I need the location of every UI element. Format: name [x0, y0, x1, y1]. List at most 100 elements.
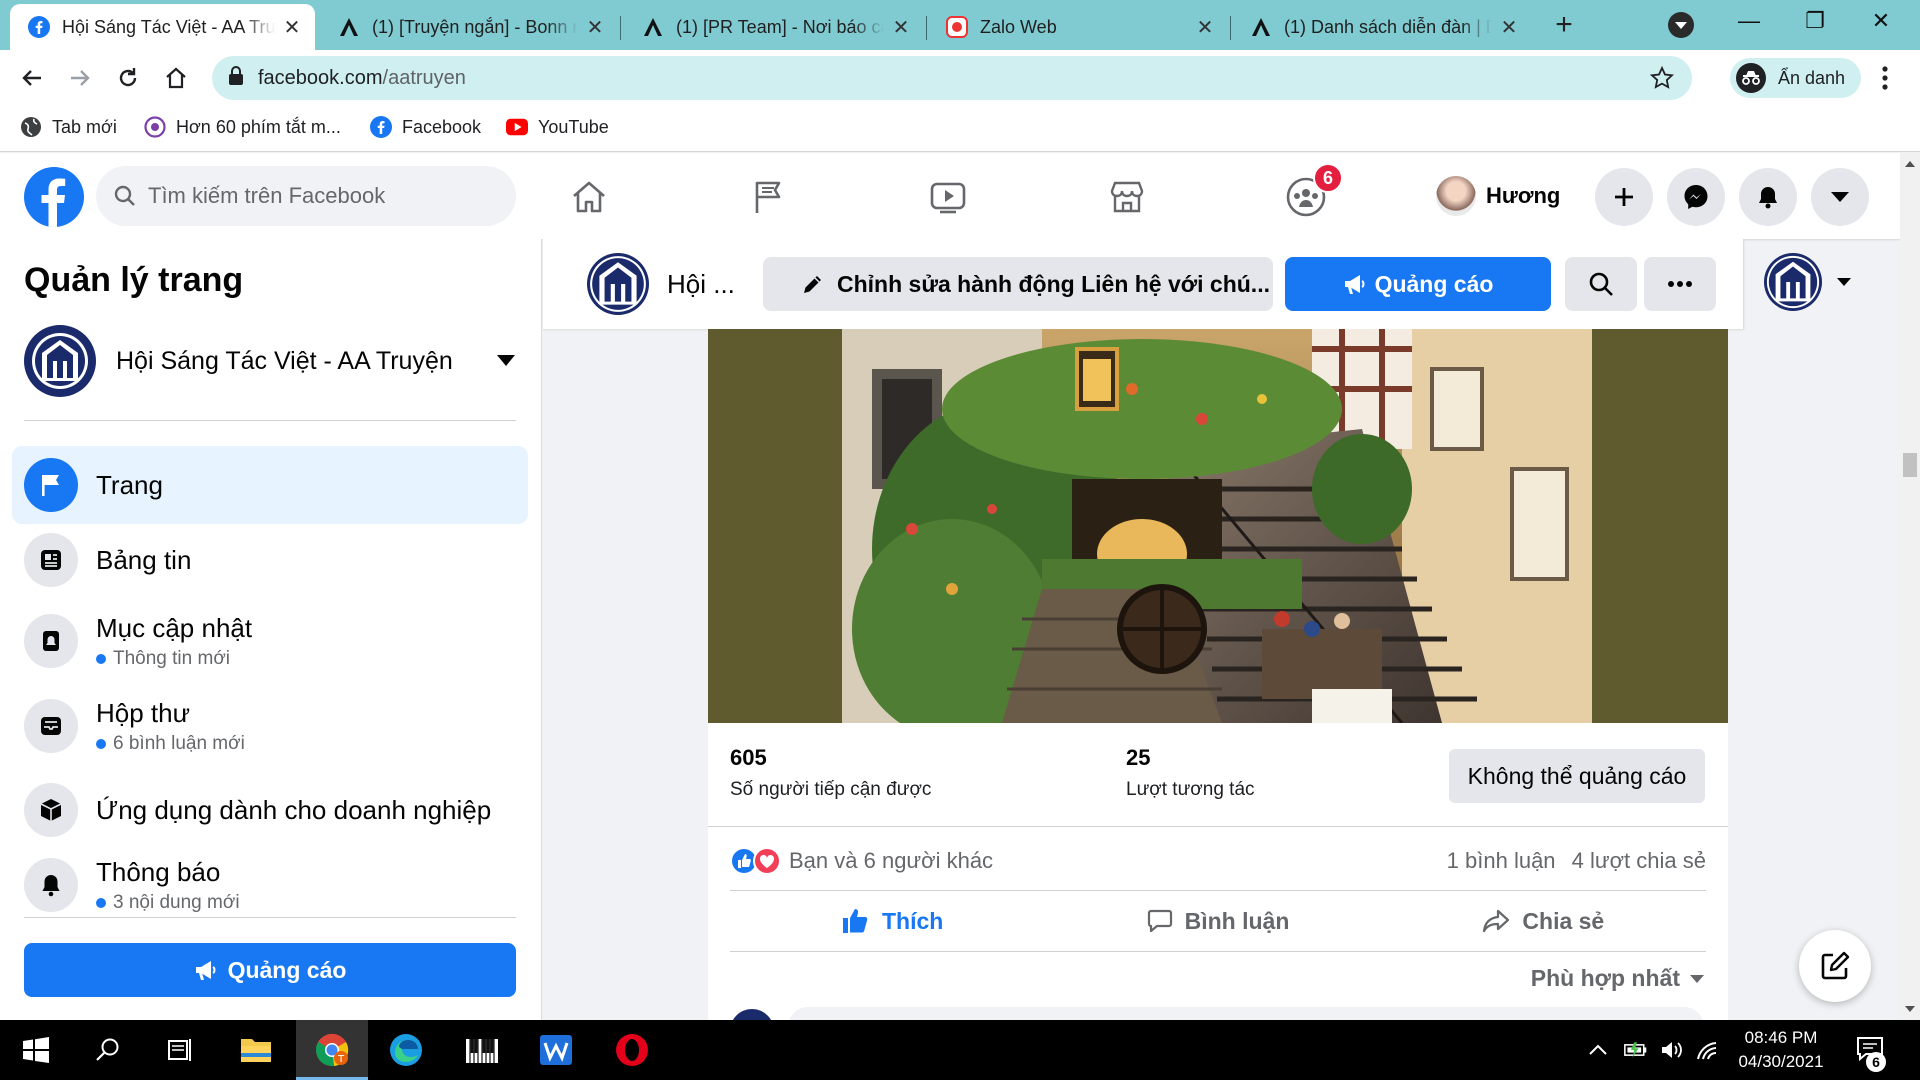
windows-start-icon[interactable] — [0, 1020, 72, 1080]
comment-sort-dropdown[interactable]: Phù hợp nhất — [1531, 965, 1704, 992]
forward-arrow-icon[interactable] — [64, 62, 96, 94]
edit-contact-action-button[interactable]: Chỉnh sửa hành động Liên hệ với chú... — [763, 257, 1273, 311]
tab-search-icon[interactable] — [1668, 12, 1694, 38]
menu-item-label: Thông báo — [96, 856, 221, 887]
facebook-logo-icon[interactable] — [24, 167, 84, 227]
close-tab-icon[interactable]: ✕ — [283, 15, 301, 40]
post-photo[interactable] — [842, 329, 1592, 723]
cube-icon — [24, 783, 78, 837]
page-more-button[interactable] — [1644, 257, 1716, 311]
messenger-button[interactable] — [1667, 168, 1725, 226]
page-switcher[interactable]: Hội Sáng Tác Việt - AA Truyện — [24, 323, 516, 399]
bookmark-youtube[interactable]: YouTube — [506, 116, 609, 138]
tray-expand-chevron-icon[interactable] — [1586, 1038, 1610, 1062]
page-avatar[interactable] — [587, 253, 649, 315]
chevron-down-icon[interactable] — [496, 354, 516, 368]
close-window-icon[interactable]: ✕ — [1866, 8, 1896, 38]
comment-button[interactable]: Bình luận — [1055, 891, 1380, 951]
voice-switcher[interactable] — [1764, 253, 1852, 311]
reach-metric[interactable]: 605 Số người tiếp cận được — [730, 745, 931, 801]
share-button[interactable]: Chia sẻ — [1381, 891, 1706, 951]
volume-icon[interactable] — [1660, 1038, 1684, 1062]
writer-app-icon[interactable] — [520, 1020, 592, 1080]
wifi-icon[interactable] — [1696, 1038, 1720, 1062]
tab-danh-sach-dien-dan[interactable]: (1) Danh sách diễn đàn | D ✕ — [1232, 4, 1532, 50]
scroll-thumb[interactable] — [1903, 453, 1917, 477]
comment-input[interactable] — [788, 1007, 1704, 1020]
megaphone-icon — [195, 961, 216, 980]
page-avatar — [24, 325, 96, 397]
post-card: 605 Số người tiếp cận được 25 Lượt tương… — [708, 329, 1728, 1020]
chrome-taskbar-icon[interactable]: T — [296, 1020, 368, 1080]
close-tab-icon[interactable]: ✕ — [586, 15, 604, 40]
new-tab-plus-icon[interactable]: + — [1548, 10, 1580, 42]
cannot-boost-button[interactable]: Không thể quảng cáo — [1449, 749, 1705, 803]
minimize-icon[interactable]: — — [1734, 8, 1764, 38]
task-view-icon[interactable] — [144, 1020, 216, 1080]
reaction-icons[interactable] — [730, 847, 781, 875]
close-tab-icon[interactable]: ✕ — [892, 15, 910, 40]
bookmark-new-tab[interactable]: Tab mới — [20, 116, 117, 138]
tab-facebook-page[interactable]: Hội Sáng Tác Việt - AA Truyện ✕ — [10, 4, 315, 50]
piano-app-icon[interactable] — [446, 1020, 518, 1080]
nav-watch-icon[interactable] — [924, 173, 972, 221]
bell-icon — [24, 858, 78, 912]
engagement-label: Lượt tương tác — [1126, 779, 1255, 800]
menu-item-news-feed[interactable]: Bảng tin — [12, 521, 528, 599]
chrome-menu-icon[interactable] — [1880, 64, 1890, 92]
file-explorer-icon[interactable] — [220, 1020, 292, 1080]
menu-item-business-apps[interactable]: Ứng dụng dành cho doanh nghiệp — [12, 771, 528, 849]
tab-title: Zalo Web — [980, 16, 1057, 37]
page-search-button[interactable] — [1565, 257, 1637, 311]
close-tab-icon[interactable]: ✕ — [1196, 15, 1214, 40]
nav-home-icon[interactable] — [565, 173, 613, 221]
opera-icon[interactable] — [596, 1020, 668, 1080]
nav-pages-flag-icon[interactable] — [745, 173, 793, 221]
edge-taskbar-icon[interactable] — [370, 1020, 442, 1080]
incognito-indicator[interactable]: Ẩn danh — [1730, 58, 1862, 98]
tab-title: (1) [Truyện ngắn] - Bonn n — [372, 16, 578, 37]
menu-item-updates[interactable]: Mục cập nhật Thông tin mới — [12, 596, 528, 686]
notifications-bell-button[interactable] — [1739, 168, 1797, 226]
url-text[interactable]: facebook.com/aatruyen — [258, 67, 466, 90]
reload-icon[interactable] — [112, 62, 144, 94]
account-menu-button[interactable] — [1811, 168, 1869, 226]
close-tab-icon[interactable]: ✕ — [1500, 15, 1518, 40]
tab-zalo-web[interactable]: Zalo Web ✕ — [928, 4, 1228, 50]
restore-icon[interactable]: ❐ — [1800, 8, 1830, 38]
clock-date: 04/30/2021 — [1738, 1052, 1824, 1071]
home-icon[interactable] — [160, 62, 192, 94]
bookmark-star-icon[interactable] — [1649, 65, 1675, 95]
flag-icon — [24, 458, 78, 512]
scroll-up-icon[interactable] — [1905, 161, 1915, 167]
like-button[interactable]: Thích — [730, 891, 1055, 951]
promote-ad-button[interactable]: Quảng cáo — [1285, 257, 1551, 311]
facebook-search-input[interactable]: Tìm kiếm trên Facebook — [96, 166, 516, 226]
scroll-down-icon[interactable] — [1905, 1006, 1915, 1012]
nav-marketplace-icon[interactable] — [1103, 173, 1151, 221]
back-arrow-icon[interactable] — [16, 62, 48, 94]
unread-dot — [96, 653, 106, 664]
page-name-short[interactable]: Hội ... — [667, 269, 735, 300]
reactions-text[interactable]: Bạn và 6 người khác — [789, 848, 993, 874]
create-plus-button[interactable] — [1595, 168, 1653, 226]
bookmark-shortcuts[interactable]: Hơn 60 phím tắt m... — [144, 116, 341, 138]
shares-count[interactable]: 4 lượt chia sẻ — [1572, 848, 1706, 873]
new-message-button[interactable] — [1799, 930, 1871, 1002]
address-bar[interactable]: facebook.com/aatruyen — [212, 56, 1692, 100]
bookmark-facebook[interactable]: Facebook — [370, 116, 481, 138]
create-ad-button[interactable]: Quảng cáo — [24, 943, 516, 997]
menu-item-inbox[interactable]: Hộp thư 6 bình luận mới — [12, 681, 528, 771]
lock-icon[interactable] — [228, 65, 244, 91]
page-scrollbar[interactable] — [1900, 153, 1920, 1020]
search-icon[interactable] — [72, 1020, 144, 1080]
profile-shortcut[interactable]: Hương — [1436, 172, 1560, 220]
system-clock[interactable]: 08:46 PM 04/30/2021 — [1720, 1026, 1842, 1074]
menu-item-page[interactable]: Trang — [12, 446, 528, 524]
comments-count[interactable]: 1 bình luận — [1447, 848, 1556, 873]
engagement-metric[interactable]: 25 Lượt tương tác — [1126, 745, 1255, 801]
tab-truyen-ngan[interactable]: (1) [Truyện ngắn] - Bonn n ✕ — [320, 4, 618, 50]
tab-pr-team[interactable]: (1) [PR Team] - Nơi báo cáo ✕ — [624, 4, 924, 50]
battery-charging-icon[interactable] — [1624, 1038, 1648, 1062]
tab-title: (1) Danh sách diễn đàn | D — [1284, 16, 1492, 37]
